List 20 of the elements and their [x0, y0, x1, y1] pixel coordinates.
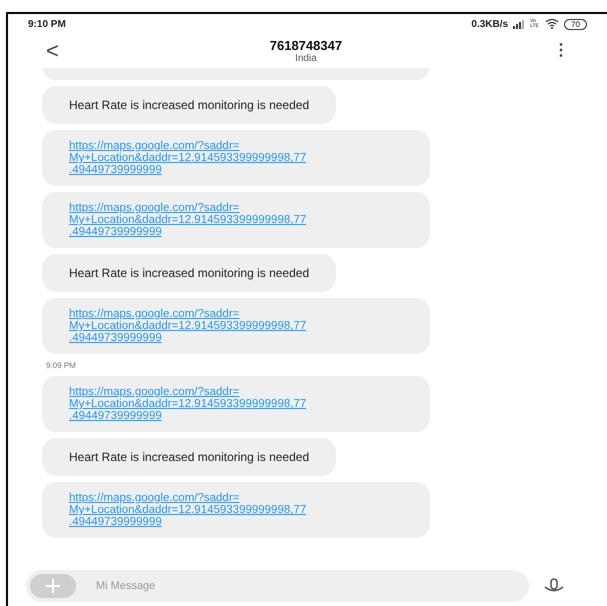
battery-level: 70	[564, 18, 587, 30]
menu-button[interactable]: ⋮	[552, 43, 569, 59]
contact-number: 7618748347	[270, 38, 342, 52]
contact-country: India	[295, 52, 317, 64]
network-speed: 0.3KB/s	[471, 18, 508, 32]
plus-icon	[46, 579, 60, 593]
message-field[interactable]: Mi Message	[26, 570, 529, 602]
map-link[interactable]: https://maps.google.com/?saddr= My+Location&daddr=12.914593399999998,77 .49449739999999	[69, 492, 403, 528]
message-bubble: Heart Rate is increased monitoring is needed	[42, 86, 336, 124]
map-link[interactable]: https://maps.google.com/?saddr= My+Location&daddr=12.914593399999998,77 .49449739999999	[69, 386, 403, 422]
signal-icon	[513, 20, 526, 28]
map-link[interactable]: https://maps.google.com/?saddr= My+Location&daddr=12.914593399999998,77 .49449739999999	[69, 308, 403, 344]
wifi-icon	[545, 19, 560, 29]
message-bubble: Heart Rate is increased monitoring is needed	[42, 254, 336, 292]
back-button[interactable]: <	[46, 40, 59, 62]
message-bubble: Heart Rate is increased monitoring is needed	[42, 438, 336, 476]
timestamp: 9:09 PM	[45, 360, 76, 372]
map-link[interactable]: https://maps.google.com/?saddr= My+Location&daddr=12.914593399999998,77 .49449739999999	[69, 140, 403, 176]
map-link[interactable]: https://maps.google.com/?saddr= My+Location&daddr=12.914593399999998,77 .49449739999999	[69, 202, 403, 238]
status-time: 9:10 PM	[28, 18, 66, 32]
